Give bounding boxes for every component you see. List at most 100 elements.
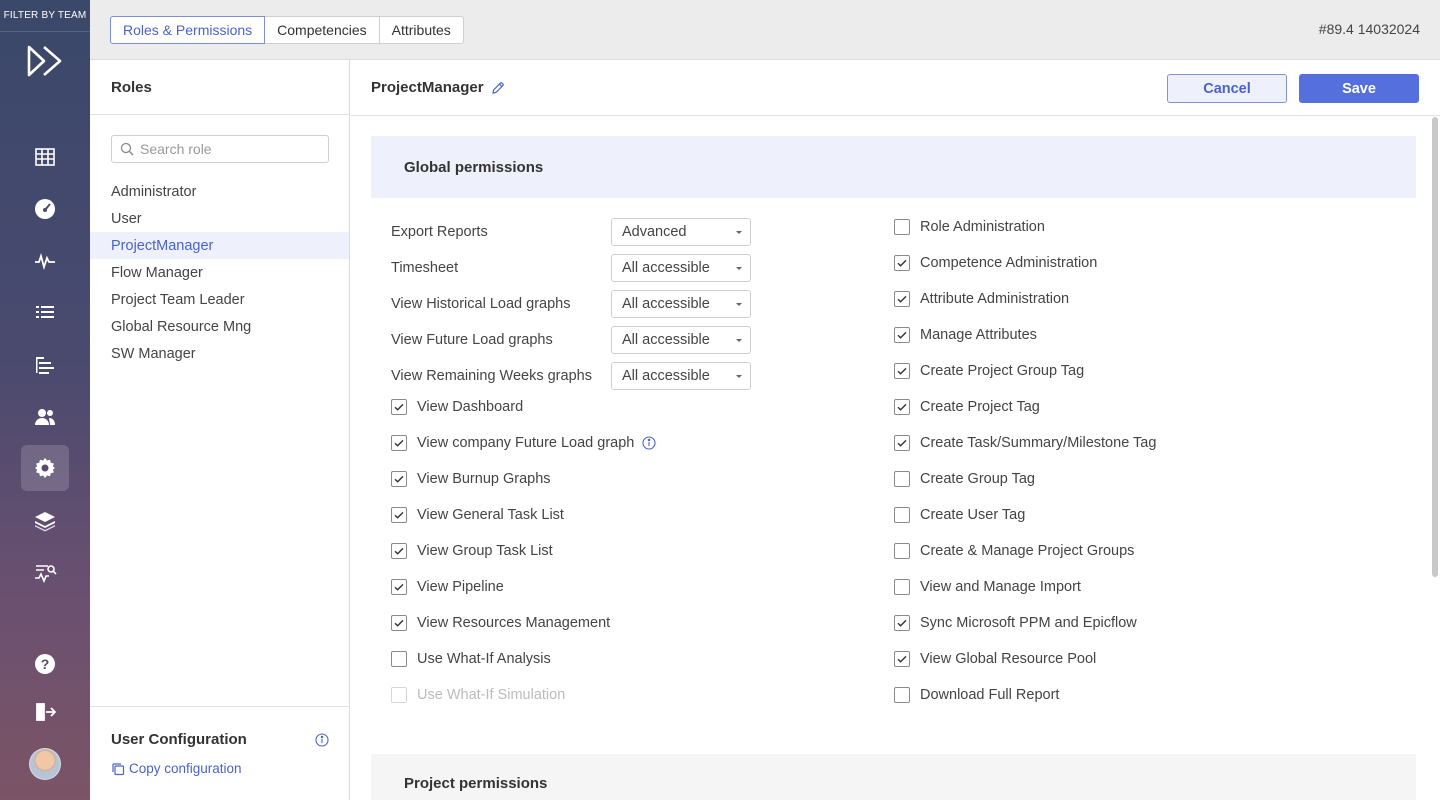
- role-item-projectmanager[interactable]: ProjectManager: [90, 232, 349, 259]
- pipeline-icon[interactable]: [21, 342, 69, 388]
- historical-load-select[interactable]: All accessible: [611, 290, 751, 318]
- logo-icon[interactable]: [26, 44, 64, 78]
- perm-sync-microsoft-ppm: Sync Microsoft PPM and Epicflow: [894, 609, 1137, 637]
- logout-icon[interactable]: [21, 689, 69, 735]
- perm-create-group-tag: Create Group Tag: [894, 465, 1035, 493]
- perm-view-group-task-list: View Group Task List: [391, 537, 553, 565]
- analysis-icon[interactable]: [21, 550, 69, 596]
- version-label: #89.4 14032024: [1318, 21, 1420, 37]
- dashboard-gauge-icon[interactable]: [21, 186, 69, 232]
- tab-attributes[interactable]: Attributes: [378, 16, 464, 44]
- checkbox[interactable]: [894, 651, 910, 667]
- check-icon: [394, 619, 404, 627]
- checkbox[interactable]: [894, 399, 910, 415]
- check-icon: [394, 439, 404, 447]
- perm-future-load-label: View Future Load graphs: [391, 332, 553, 348]
- perm-create-project-group-tag-label: Create Project Group Tag: [920, 363, 1085, 379]
- perm-role-administration: Role Administration: [894, 213, 1045, 241]
- checkbox[interactable]: [894, 543, 910, 559]
- perm-timesheet-label: Timesheet: [391, 260, 459, 276]
- checkbox[interactable]: [894, 219, 910, 235]
- info-icon[interactable]: [315, 733, 329, 747]
- save-button[interactable]: Save: [1299, 74, 1419, 103]
- avatar[interactable]: [29, 748, 61, 780]
- future-load-select[interactable]: All accessible: [611, 326, 751, 354]
- role-item-administrator[interactable]: Administrator: [90, 178, 349, 205]
- perm-view-dashboard: View Dashboard: [391, 393, 523, 421]
- perm-attribute-administration: Attribute Administration: [894, 285, 1069, 313]
- copy-configuration-link[interactable]: Copy configuration: [111, 761, 242, 776]
- checkbox[interactable]: [391, 507, 407, 523]
- perm-view-burnup-graphs-label: View Burnup Graphs: [417, 471, 551, 487]
- search-role-field[interactable]: [111, 135, 329, 163]
- checkbox[interactable]: [894, 579, 910, 595]
- checkbox[interactable]: [391, 399, 407, 415]
- checkbox[interactable]: [391, 615, 407, 631]
- scrollbar[interactable]: [1432, 117, 1438, 577]
- checkbox[interactable]: [894, 255, 910, 271]
- checkbox[interactable]: [894, 363, 910, 379]
- role-name-text: ProjectManager: [371, 79, 484, 96]
- checkbox[interactable]: [894, 435, 910, 451]
- perm-export-reports-label: Export Reports: [391, 224, 488, 240]
- future-load-value: All accessible: [622, 332, 710, 348]
- checkbox[interactable]: [391, 651, 407, 667]
- check-icon: [394, 475, 404, 483]
- check-icon: [394, 583, 404, 591]
- checkbox[interactable]: [391, 579, 407, 595]
- checkbox[interactable]: [391, 471, 407, 487]
- perm-view-burnup-graphs: View Burnup Graphs: [391, 465, 551, 493]
- search-role-input[interactable]: [140, 141, 320, 157]
- export-reports-select[interactable]: Advanced: [611, 218, 751, 246]
- perm-create-user-tag-label: Create User Tag: [920, 507, 1026, 523]
- role-item-project-team-leader[interactable]: Project Team Leader: [90, 286, 349, 313]
- tab-competencies[interactable]: Competencies: [264, 16, 380, 44]
- copy-icon: [112, 762, 125, 775]
- perm-view-manage-import-label: View and Manage Import: [920, 579, 1081, 595]
- perm-use-what-if-analysis: Use What-If Analysis: [391, 645, 551, 673]
- edit-pencil-icon[interactable]: [491, 81, 505, 95]
- historical-load-value: All accessible: [622, 296, 710, 312]
- perm-create-user-tag: Create User Tag: [894, 501, 1025, 529]
- caret-down-icon: [736, 231, 742, 234]
- task-list-icon[interactable]: [21, 290, 69, 336]
- info-icon[interactable]: [642, 436, 656, 450]
- role-item-global-resource-mng[interactable]: Global Resource Mng: [90, 313, 349, 340]
- checkbox[interactable]: [894, 687, 910, 703]
- help-icon[interactable]: ?: [21, 641, 69, 687]
- perm-create-manage-project-groups-label: Create & Manage Project Groups: [920, 543, 1135, 559]
- search-icon: [120, 142, 134, 156]
- checkbox[interactable]: [391, 435, 407, 451]
- check-icon: [897, 439, 907, 447]
- perm-view-company-future-load-label: View company Future Load graph: [417, 435, 635, 451]
- perm-download-full-report: Download Full Report: [894, 681, 1059, 709]
- tab-roles-permissions[interactable]: Roles & Permissions: [110, 16, 266, 44]
- perm-manage-attributes: Manage Attributes: [894, 321, 1037, 349]
- timesheet-select[interactable]: All accessible: [611, 254, 751, 282]
- remaining-weeks-select[interactable]: All accessible: [611, 362, 751, 390]
- checkbox[interactable]: [894, 471, 910, 487]
- checkbox[interactable]: [894, 615, 910, 631]
- perm-use-what-if-simulation-label: Use What-If Simulation: [417, 687, 566, 703]
- role-item-sw-manager[interactable]: SW Manager: [90, 340, 349, 367]
- settings-gear-icon[interactable]: [21, 445, 69, 491]
- load-graph-icon[interactable]: [21, 238, 69, 284]
- layers-icon[interactable]: [21, 498, 69, 544]
- users-icon[interactable]: [21, 394, 69, 440]
- cancel-button[interactable]: Cancel: [1167, 74, 1287, 103]
- checkbox[interactable]: [894, 327, 910, 343]
- settings-tabs: Roles & Permissions Competencies Attribu…: [110, 16, 464, 44]
- perm-view-dashboard-label: View Dashboard: [417, 399, 524, 415]
- role-editor: ProjectManager Cancel Save Global permis…: [351, 60, 1440, 800]
- role-item-user[interactable]: User: [90, 205, 349, 232]
- grid-icon[interactable]: [21, 134, 69, 180]
- filter-by-team[interactable]: FILTER BY TEAM: [0, 0, 90, 32]
- checkbox[interactable]: [391, 543, 407, 559]
- role-item-flow-manager[interactable]: Flow Manager: [90, 259, 349, 286]
- caret-down-icon: [736, 267, 742, 270]
- perm-create-manage-project-groups: Create & Manage Project Groups: [894, 537, 1134, 565]
- perm-view-pipeline: View Pipeline: [391, 573, 504, 601]
- checkbox[interactable]: [894, 291, 910, 307]
- checkbox[interactable]: [894, 507, 910, 523]
- perm-download-full-report-label: Download Full Report: [920, 687, 1060, 703]
